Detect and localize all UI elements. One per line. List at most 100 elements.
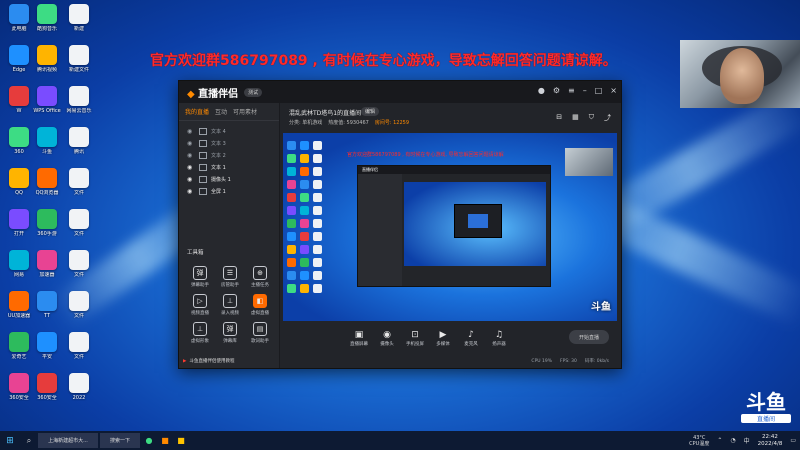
control-label: 手机投屏 [406,341,424,347]
taskbar-app-orange-icon[interactable]: ■ [158,433,172,448]
source-control-button[interactable]: ▣ 直播屏幕 [345,330,373,347]
window-controls: ● ⚙ ≡ – □ × [538,86,617,95]
scene-type-icon [199,127,207,135]
tool-button[interactable]: ◧ 虚拟直播 [245,294,275,316]
search-icon[interactable]: ⌕ [22,433,36,448]
preview-desktop-icon [313,180,322,189]
desktop-icon[interactable]: 腾讯 [62,127,96,165]
version-badge: 测试 [244,87,263,97]
edit-tag[interactable]: 编辑 [361,107,380,116]
scene-item[interactable]: ◉ 摄像头 1 [179,173,279,185]
network-icon[interactable]: ◔ [730,437,735,444]
close-icon[interactable]: × [610,86,617,95]
share-icon[interactable]: ⤴ [604,113,611,123]
desktop-icon[interactable]: TT [30,291,64,329]
tool-button[interactable]: ▤ 歌词助手 [245,322,275,344]
desktop-icon[interactable]: 2022 [62,373,96,411]
tutorial-link[interactable]: ▶ 斗鱼直播伴侣使用教程 [183,358,235,365]
tool-button[interactable]: ⊥ 虚拟形象 [185,322,215,344]
room-title[interactable]: 混乱武林TD塔鸟1的直播间 [289,108,361,117]
app-icon [9,209,29,229]
fish-icon: ◆ [187,88,199,100]
taskbar-app-yellow-icon[interactable]: ■ [174,433,188,448]
scene-item[interactable]: ◉ 全屏 1 [179,185,279,197]
tutorial-text: 斗鱼直播伴侣使用教程 [189,359,235,364]
eye-icon[interactable]: ◉ [187,152,195,159]
desktop-icon[interactable]: 文件 [62,250,96,288]
desktop-icon[interactable]: 文件 [62,332,96,370]
tool-label: 视频直播 [191,311,209,316]
desktop-icon[interactable]: 斗鱼 [30,127,64,165]
desktop-icon[interactable]: 平安 [30,332,64,370]
desktop-icon[interactable]: 360安全 [30,373,64,411]
app-titlebar[interactable]: ◆ 直播伴侣 测试 ● ⚙ ≡ – □ × [179,81,621,103]
preview-desktop-icon [287,219,296,228]
control-icon: ♪ [468,329,474,340]
scene-item[interactable]: ◉ 文本 1 [179,161,279,173]
webcam-face [720,48,764,104]
tool-icon: 弹 [193,266,207,280]
minimize-icon[interactable]: – [583,86,587,95]
chevron-up-icon[interactable]: ⌃ [717,437,722,444]
tool-button[interactable]: ▷ 视频直播 [185,294,215,316]
desktop-icon[interactable]: 新建文件 [62,45,96,83]
start-live-button[interactable]: 开始直播 [569,330,609,344]
desktop-icon[interactable]: QQ浏览器 [30,168,64,206]
desktop-icons-col2: 酷狗音乐 腾讯视频 WPS Office 斗鱼 QQ浏览器 360手游 加速器 TT 平安 360… [30,4,64,414]
live-preview[interactable]: 官方欢迎群586797089 , 有时候在专心游戏, 导致忘解回答问题请谅解 直… [283,133,617,321]
scene-item[interactable]: ◉ 文本 2 [179,149,279,161]
eye-icon[interactable]: ◉ [187,188,195,195]
desktop-icon[interactable]: 腾讯视频 [30,45,64,83]
windows-start-icon[interactable]: ⊞ [0,431,20,450]
notification-icon[interactable]: ▭ [790,437,796,444]
toolbox-title: 工具箱 [187,250,204,256]
desktop-icon[interactable]: 加速器 [30,250,64,288]
eye-icon[interactable]: ◉ [187,128,195,135]
douyu-corner-logo: 斗鱼 直播间 [741,392,791,426]
maximize-icon[interactable]: □ [595,86,603,95]
tool-button[interactable]: 弹弹幕助手 [185,266,215,288]
tool-button[interactable]: ⊕ 主播任务 [245,266,275,288]
desktop-icon[interactable]: 新建 [62,4,96,42]
desktop-icon[interactable]: 文件 [62,168,96,206]
desktop-icon[interactable]: 网易云音乐 [62,86,96,124]
tool-button[interactable]: ☰ 房管助手 [215,266,245,288]
source-control-button[interactable]: ▶ 多媒体 [429,330,457,347]
gift-icon[interactable]: ⛉ [589,113,594,123]
desktop-icon[interactable]: 文件 [62,209,96,247]
taskbar-search-button[interactable]: 搜索一下 [100,433,140,448]
taskbar-window-browser[interactable]: 上海新建超市大... [38,433,98,448]
eye-icon[interactable]: ◉ [187,176,195,183]
source-control-button[interactable]: ♫ 扬声器 [485,330,513,347]
menu-icon[interactable]: ≡ [568,86,575,95]
scene-item[interactable]: ◉ 文本 3 [179,137,279,149]
ime-indicator[interactable]: 中 [744,436,750,445]
clock[interactable]: 22:42 2022/4/8 [758,434,783,448]
eye-icon[interactable]: ◉ [187,140,195,147]
avatar[interactable]: ● [538,86,545,95]
tab-interact[interactable]: 互动 [215,107,227,116]
grid-icon[interactable]: ▦ [572,113,579,123]
desktop-icon[interactable]: 酷狗音乐 [30,4,64,42]
tool-button[interactable]: 弹弹幕库 [215,322,245,344]
desktop-icon[interactable]: 360手游 [30,209,64,247]
tab-materials[interactable]: 可用素材 [233,107,257,116]
app-icon [9,45,29,65]
control-label: 摄像头 [380,341,394,347]
desktop-icon[interactable]: 文件 [62,291,96,329]
tool-button[interactable]: ⊥ 录入视频 [215,294,245,316]
taskbar-app-green-icon[interactable]: ● [142,433,156,448]
tool-label: 弹幕库 [223,339,237,344]
settings-icon[interactable]: ⚙ [553,86,560,95]
eye-icon[interactable]: ◉ [187,164,195,171]
weather-widget[interactable]: 43°C CPU温度 [689,435,709,447]
desktop-icon[interactable]: WPS Office [30,86,64,124]
tab-my-live[interactable]: 我的直播 [185,107,209,116]
source-control-button[interactable]: ⊡ 手机投屏 [401,330,429,347]
app-icon [9,127,29,147]
source-control-button[interactable]: ◉ 摄像头 [373,330,401,347]
preview-desktop-icon [287,206,296,215]
lock-icon[interactable]: ⊟ [556,113,562,123]
source-control-button[interactable]: ♪ 麦克风 [457,330,485,347]
scene-item[interactable]: ◉ 文本 4 [179,125,279,137]
